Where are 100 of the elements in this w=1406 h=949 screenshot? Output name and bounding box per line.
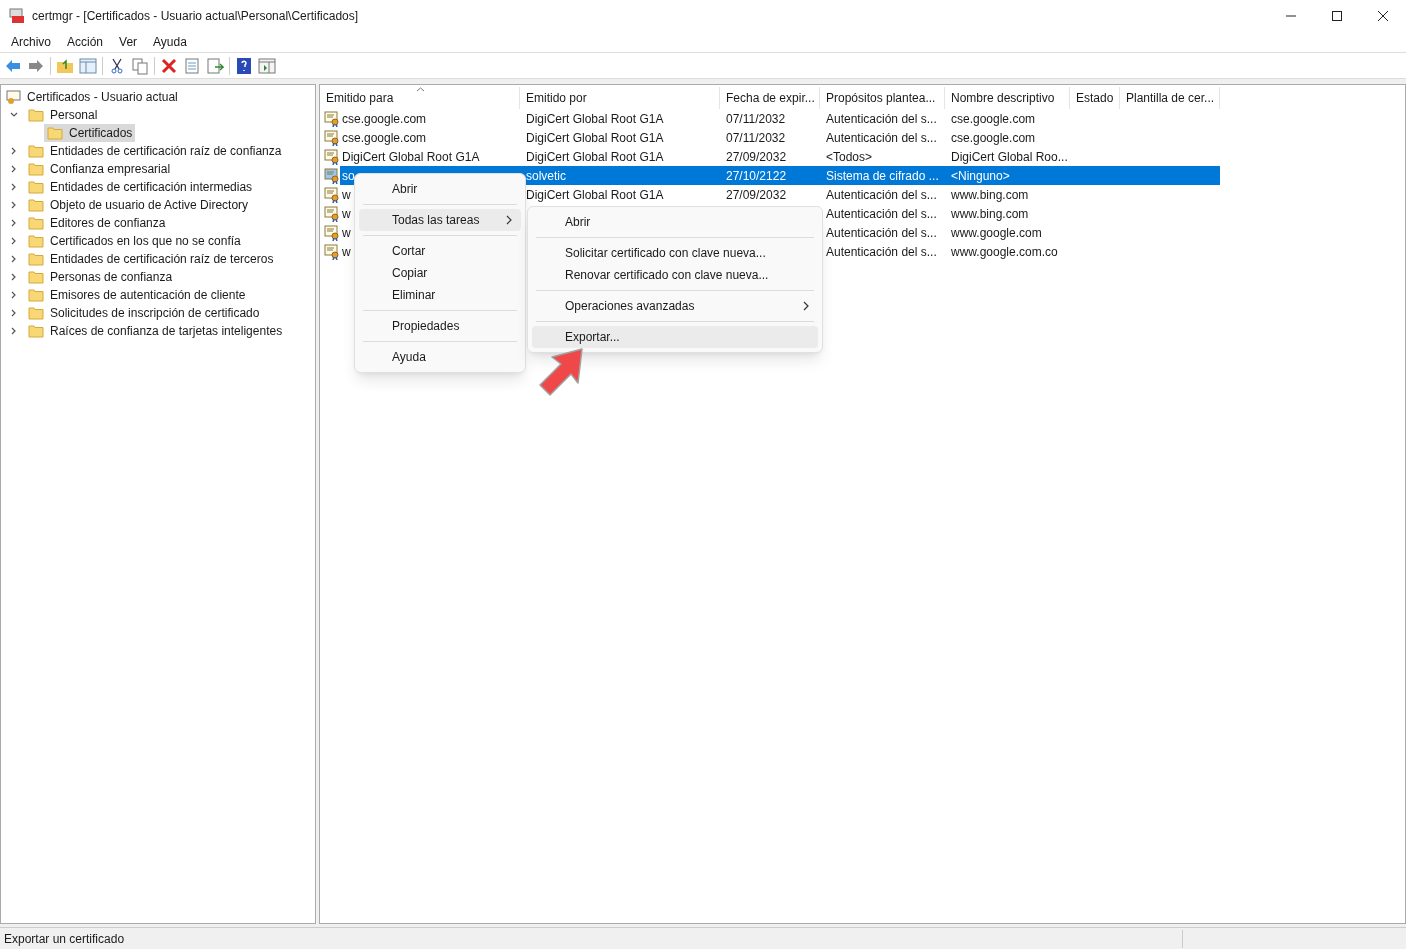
export-list-icon[interactable] <box>206 56 224 75</box>
table-cell-text: w <box>342 186 351 204</box>
folder-icon <box>28 252 44 266</box>
menu-item[interactable]: Abrir <box>532 211 818 233</box>
folder-icon <box>47 126 63 140</box>
folder-icon <box>28 198 44 212</box>
table-cell-text: 07/11/2032 <box>726 110 786 128</box>
tree-item-label: Confianza empresarial <box>50 161 171 178</box>
table-cell: <Ninguno> <box>945 166 1070 185</box>
column-header[interactable]: Propósitos plantea... <box>820 87 945 109</box>
folder-icon <box>28 324 44 338</box>
table-cell-text: www.bing.com <box>951 186 1029 204</box>
table-cell-text: www.google.com.co <box>951 243 1058 261</box>
menu-item[interactable]: Renovar certificado con clave nueva... <box>532 264 818 286</box>
table-cell-text: cse.google.com <box>342 110 427 128</box>
delete-icon[interactable] <box>160 56 178 75</box>
menu-item[interactable]: Operaciones avanzadas <box>532 295 818 317</box>
table-cell-text: DigiCert Global Root G1A <box>526 186 664 204</box>
table-cell-text: Autenticación del s... <box>826 205 937 223</box>
tree-item[interactable]: Emisores de autenticación de cliente <box>25 286 249 304</box>
folder-icon <box>28 108 44 122</box>
panel-icon[interactable] <box>79 56 97 75</box>
table-cell-text: 27/09/2032 <box>726 148 787 166</box>
tree-item[interactable]: Solicitudes de inscripción de certificado <box>25 304 263 322</box>
status-text: Exportar un certificado <box>0 929 1183 948</box>
copy-icon[interactable] <box>131 56 149 75</box>
table-cell: Sistema de cifrado ... <box>820 166 945 185</box>
menu-bar-item[interactable]: Ver <box>111 31 146 52</box>
folder-icon <box>28 270 44 284</box>
tree-item-label: Personas de confianza <box>50 269 173 286</box>
help-icon[interactable] <box>235 56 253 75</box>
tree-item[interactable]: Raíces de confianza de tarjetas inteligentes <box>25 322 286 340</box>
column-header[interactable]: Emitido para <box>320 87 520 109</box>
folder-icon <box>28 288 44 302</box>
column-header[interactable]: Nombre descriptivo <box>945 87 1070 109</box>
folder-icon <box>28 162 44 176</box>
menu-bar-item[interactable]: Ayuda <box>145 31 195 52</box>
table-cell-text: w <box>342 243 351 261</box>
tree-item-label: Entidades de certificación raíz de confianza <box>50 143 282 160</box>
menu-item[interactable]: Ayuda <box>359 346 521 368</box>
tree-item[interactable]: Personal <box>25 106 101 124</box>
menu-item[interactable]: Eliminar <box>359 284 521 306</box>
tree-item[interactable]: Confianza empresarial <box>25 160 174 178</box>
certificate-icon <box>324 129 340 146</box>
menu-item[interactable]: Solicitar certificado con clave nueva... <box>532 242 818 264</box>
table-cell-text: w <box>342 205 351 223</box>
table-cell-text: DigiCert Global Root G1A <box>526 110 664 128</box>
table-cell-text: 07/11/2032 <box>726 129 786 147</box>
tree-item[interactable]: Editores de confianza <box>25 214 169 232</box>
table-cell-text: cse.google.com <box>951 110 1036 128</box>
table-cell: 27/10/2122 <box>720 166 820 185</box>
pointer-arrow-icon <box>538 347 586 399</box>
menu-bar-item[interactable]: Acción <box>59 31 112 52</box>
tree-item[interactable]: Personas de confianza <box>25 268 176 286</box>
menu-item[interactable]: Propiedades <box>359 315 521 337</box>
folder-icon <box>28 180 44 194</box>
menu-item[interactable]: Copiar <box>359 262 521 284</box>
tree-item[interactable]: Certificados en los que no se confía <box>25 232 244 250</box>
certificate-icon <box>324 167 340 184</box>
menu-item[interactable]: Exportar... <box>532 326 818 348</box>
close-icon <box>1378 10 1388 21</box>
folder-icon <box>28 216 44 230</box>
menu-item[interactable]: Cortar <box>359 240 521 262</box>
sort-icon <box>416 87 425 92</box>
maximize-icon <box>1332 10 1342 21</box>
tree-item-label: Solicitudes de inscripción de certificado <box>50 305 260 322</box>
table-cell-text: cse.google.com <box>951 129 1036 147</box>
tree-item-label: Objeto de usuario de Active Directory <box>50 197 249 214</box>
table-cell-text: cse.google.com <box>342 129 427 147</box>
cut-icon[interactable] <box>108 56 126 75</box>
column-header[interactable]: Plantilla de cer... <box>1120 87 1220 109</box>
table-cell-text: Autenticación del s... <box>826 224 937 242</box>
folder-up-icon[interactable] <box>56 56 74 75</box>
column-header[interactable]: Estado <box>1070 87 1120 109</box>
menu-bar-item[interactable]: Archivo <box>3 31 59 52</box>
tree-item[interactable]: Entidades de certificación raíz de confianza <box>25 142 285 160</box>
tree-item-label: Emisores de autenticación de cliente <box>50 287 246 304</box>
certificate-icon <box>324 243 340 260</box>
column-header[interactable]: Emitido por <box>520 87 720 109</box>
table-cell-text: Autenticación del s... <box>826 110 937 128</box>
table-cell: solvetic <box>520 166 720 185</box>
tree-item-label: Certificados en los que no se confía <box>50 233 241 250</box>
table-cell-text: DigiCert Global Root G1A <box>526 129 664 147</box>
table-cell-text: Autenticación del s... <box>826 129 937 147</box>
tree-item[interactable]: Entidades de certificación intermedias <box>25 178 256 196</box>
table-cell-text: <Todos> <box>826 148 873 166</box>
table-cell-text: www.bing.com <box>951 205 1029 223</box>
folder-icon <box>28 234 44 248</box>
table-cell-text: DigiCert Global Roo... <box>951 148 1068 166</box>
folder-icon <box>28 306 44 320</box>
tree-root-label[interactable]: Certificados - Usuario actual <box>27 88 178 106</box>
menu-item[interactable]: Todas las tareas <box>359 209 521 231</box>
panel-icon[interactable] <box>258 56 276 75</box>
chevron-right-icon <box>802 301 810 311</box>
tree-item[interactable]: Entidades de certificación raíz de terceros <box>25 250 277 268</box>
tree-item[interactable]: Objeto de usuario de Active Directory <box>25 196 252 214</box>
tree-item[interactable]: Certificados <box>44 124 136 142</box>
table-cell-text: DigiCert Global Root G1A <box>526 148 664 166</box>
column-header[interactable]: Fecha de expir... <box>720 87 820 109</box>
certificate-icon <box>324 148 340 165</box>
